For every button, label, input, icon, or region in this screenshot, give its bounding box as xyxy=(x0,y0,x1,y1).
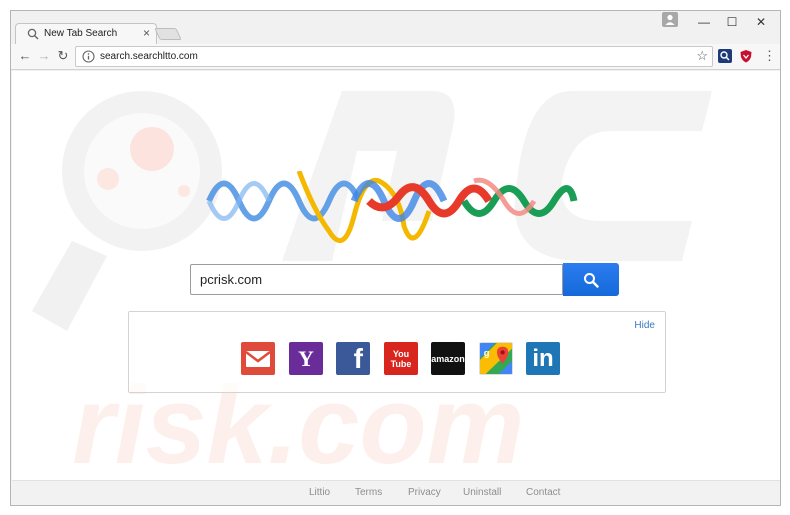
maximize-button[interactable]: ☐ xyxy=(720,13,744,31)
address-bar[interactable]: search.searchltto.com ☆ xyxy=(75,46,713,67)
minimize-button[interactable]: — xyxy=(692,13,716,31)
url-text: search.searchltto.com xyxy=(100,51,198,62)
search-box xyxy=(190,264,563,295)
extension-search-icon[interactable] xyxy=(718,49,732,63)
tab-bar: New Tab Search × — ☐ ✕ xyxy=(11,11,780,44)
footer-link-contact[interactable]: Contact xyxy=(526,487,560,498)
footer-link-littio[interactable]: Littio xyxy=(309,487,330,498)
search-icon xyxy=(27,28,39,40)
gmail-icon[interactable] xyxy=(241,342,275,375)
info-icon[interactable] xyxy=(82,50,95,63)
svg-text:g: g xyxy=(484,347,490,358)
logo xyxy=(206,171,578,244)
search-icon xyxy=(584,273,599,288)
tab-title: New Tab Search xyxy=(44,28,118,39)
hide-link[interactable]: Hide xyxy=(634,320,655,331)
search-button[interactable] xyxy=(563,263,619,296)
new-tab-button[interactable] xyxy=(154,28,182,40)
tab-close-icon[interactable]: × xyxy=(143,26,150,40)
facebook-icon[interactable]: f xyxy=(336,342,370,375)
linkedin-icon[interactable]: in xyxy=(526,342,560,375)
youtube-icon[interactable]: You Tube xyxy=(384,342,418,375)
footer-link-terms[interactable]: Terms xyxy=(355,487,382,498)
google-maps-icon[interactable]: g xyxy=(479,342,513,375)
bookmark-star-icon[interactable]: ☆ xyxy=(696,48,708,64)
profile-icon[interactable] xyxy=(662,12,678,27)
browser-window: New Tab Search × — ☐ ✕ ← → ↻ search.sear… xyxy=(10,10,781,506)
forward-button[interactable]: → xyxy=(36,48,52,64)
footer-link-uninstall[interactable]: Uninstall xyxy=(463,487,501,498)
tab-new-tab-search[interactable]: New Tab Search × xyxy=(15,23,157,44)
shield-extension-icon[interactable] xyxy=(739,49,753,63)
page-viewport: risk.com Hide xyxy=(12,71,780,505)
amazon-icon[interactable]: amazon xyxy=(431,342,465,375)
quick-links-panel: Hide Y f You Tube amazon g in xyxy=(128,311,666,393)
back-button[interactable]: ← xyxy=(17,48,33,64)
footer-link-privacy[interactable]: Privacy xyxy=(408,487,441,498)
search-input[interactable] xyxy=(191,265,562,294)
yahoo-icon[interactable]: Y xyxy=(289,342,323,375)
close-window-button[interactable]: ✕ xyxy=(749,13,773,31)
footer: Littio Terms Privacy Uninstall Contact xyxy=(12,480,780,505)
menu-icon[interactable]: ⋮ xyxy=(763,47,776,65)
reload-button[interactable]: ↻ xyxy=(55,48,71,64)
toolbar: ← → ↻ search.searchltto.com ☆ ⋮ xyxy=(11,44,780,70)
